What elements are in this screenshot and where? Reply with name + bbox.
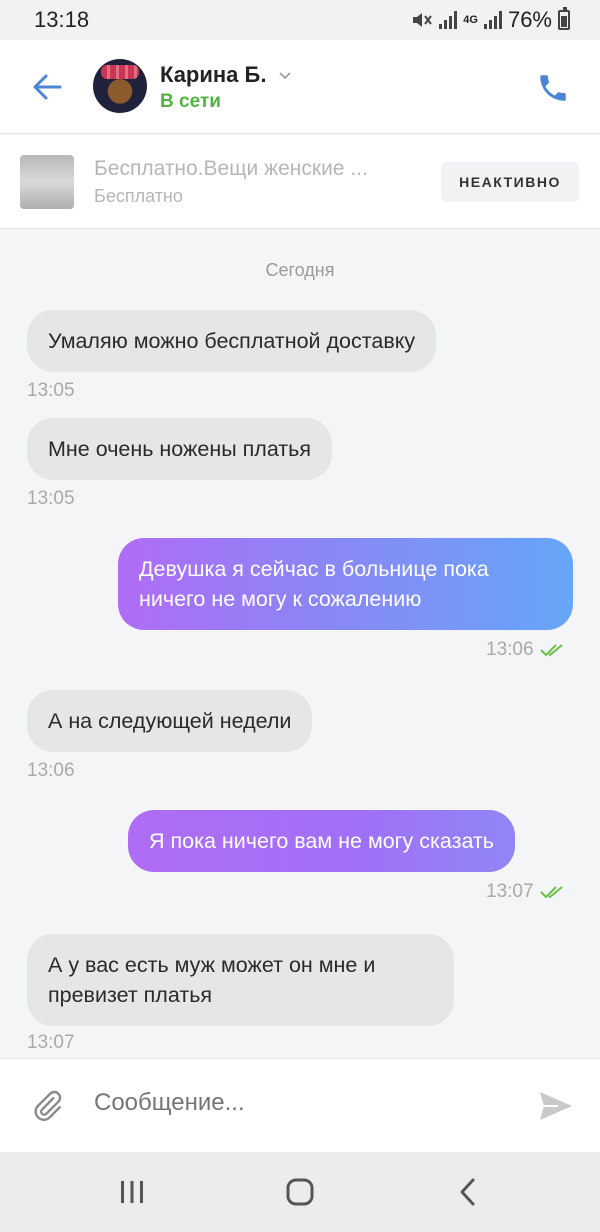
message-meta: 13:07 xyxy=(486,881,566,903)
message-bubble-outgoing[interactable]: Я пока ничего вам не могу сказать xyxy=(128,810,515,872)
message-bubble-incoming[interactable]: Мне очень ножены платья xyxy=(27,418,332,480)
recents-icon xyxy=(121,1181,143,1203)
network-label: 4G xyxy=(463,14,478,26)
message-time: 13:05 xyxy=(27,380,75,401)
back-nav-button[interactable] xyxy=(448,1174,488,1210)
battery-icon xyxy=(558,7,570,30)
message-list[interactable]: Сегодня Умаляю можно бесплатной доставку… xyxy=(0,230,600,1058)
system-nav-bar xyxy=(0,1152,600,1232)
online-status: В сети xyxy=(160,91,221,112)
contact-name[interactable]: Карина Б. xyxy=(160,62,266,88)
paperclip-icon[interactable] xyxy=(30,1089,64,1123)
status-badge: НЕАКТИВНО xyxy=(441,162,579,202)
date-separator: Сегодня xyxy=(265,260,335,280)
status-time: 13:18 xyxy=(34,7,90,32)
chevron-left-icon xyxy=(460,1178,475,1206)
arrow-left-icon[interactable] xyxy=(30,70,64,104)
message-bubble-outgoing[interactable]: Девушка я сейчас в больнице пока ничего … xyxy=(118,538,573,630)
double-check-icon xyxy=(539,644,563,657)
listing-banner[interactable]: Бесплатно.Вещи женские ... Бесплатно НЕА… xyxy=(0,135,600,229)
signal-icon-2 xyxy=(483,11,502,29)
message-bubble-incoming[interactable]: А у вас есть муж может он мне и превизет… xyxy=(27,934,454,1026)
message-time: 13:06 xyxy=(486,639,534,660)
listing-price: Бесплатно xyxy=(94,186,183,206)
message-time: 13:06 xyxy=(27,760,75,781)
message-input[interactable] xyxy=(94,1089,514,1117)
recents-button[interactable] xyxy=(112,1174,152,1210)
home-button[interactable] xyxy=(280,1174,320,1210)
mute-icon xyxy=(413,13,433,27)
signal-icon xyxy=(439,11,458,29)
avatar[interactable] xyxy=(93,59,147,113)
message-time: 13:07 xyxy=(27,1032,75,1053)
double-check-icon xyxy=(539,886,563,899)
chevron-down-icon[interactable] xyxy=(278,68,292,82)
message-time: 13:07 xyxy=(486,881,534,902)
listing-title: Бесплатно.Вещи женские ... xyxy=(94,157,368,180)
chat-header: Карина Б. В сети xyxy=(0,40,600,134)
phone-icon[interactable] xyxy=(536,71,570,105)
send-icon[interactable] xyxy=(538,1089,574,1123)
message-bubble-incoming[interactable]: А на следующей недели xyxy=(27,690,313,752)
message-time: 13:05 xyxy=(27,488,75,509)
message-meta: 13:06 xyxy=(486,639,566,661)
battery-percent: 76% xyxy=(507,7,552,32)
home-icon xyxy=(286,1178,314,1206)
status-bar: 13:18 4G 76% xyxy=(0,0,600,40)
message-composer xyxy=(0,1058,600,1152)
listing-thumbnail[interactable] xyxy=(20,155,74,209)
message-bubble-incoming[interactable]: Умаляю можно бесплатной доставку xyxy=(27,310,437,372)
